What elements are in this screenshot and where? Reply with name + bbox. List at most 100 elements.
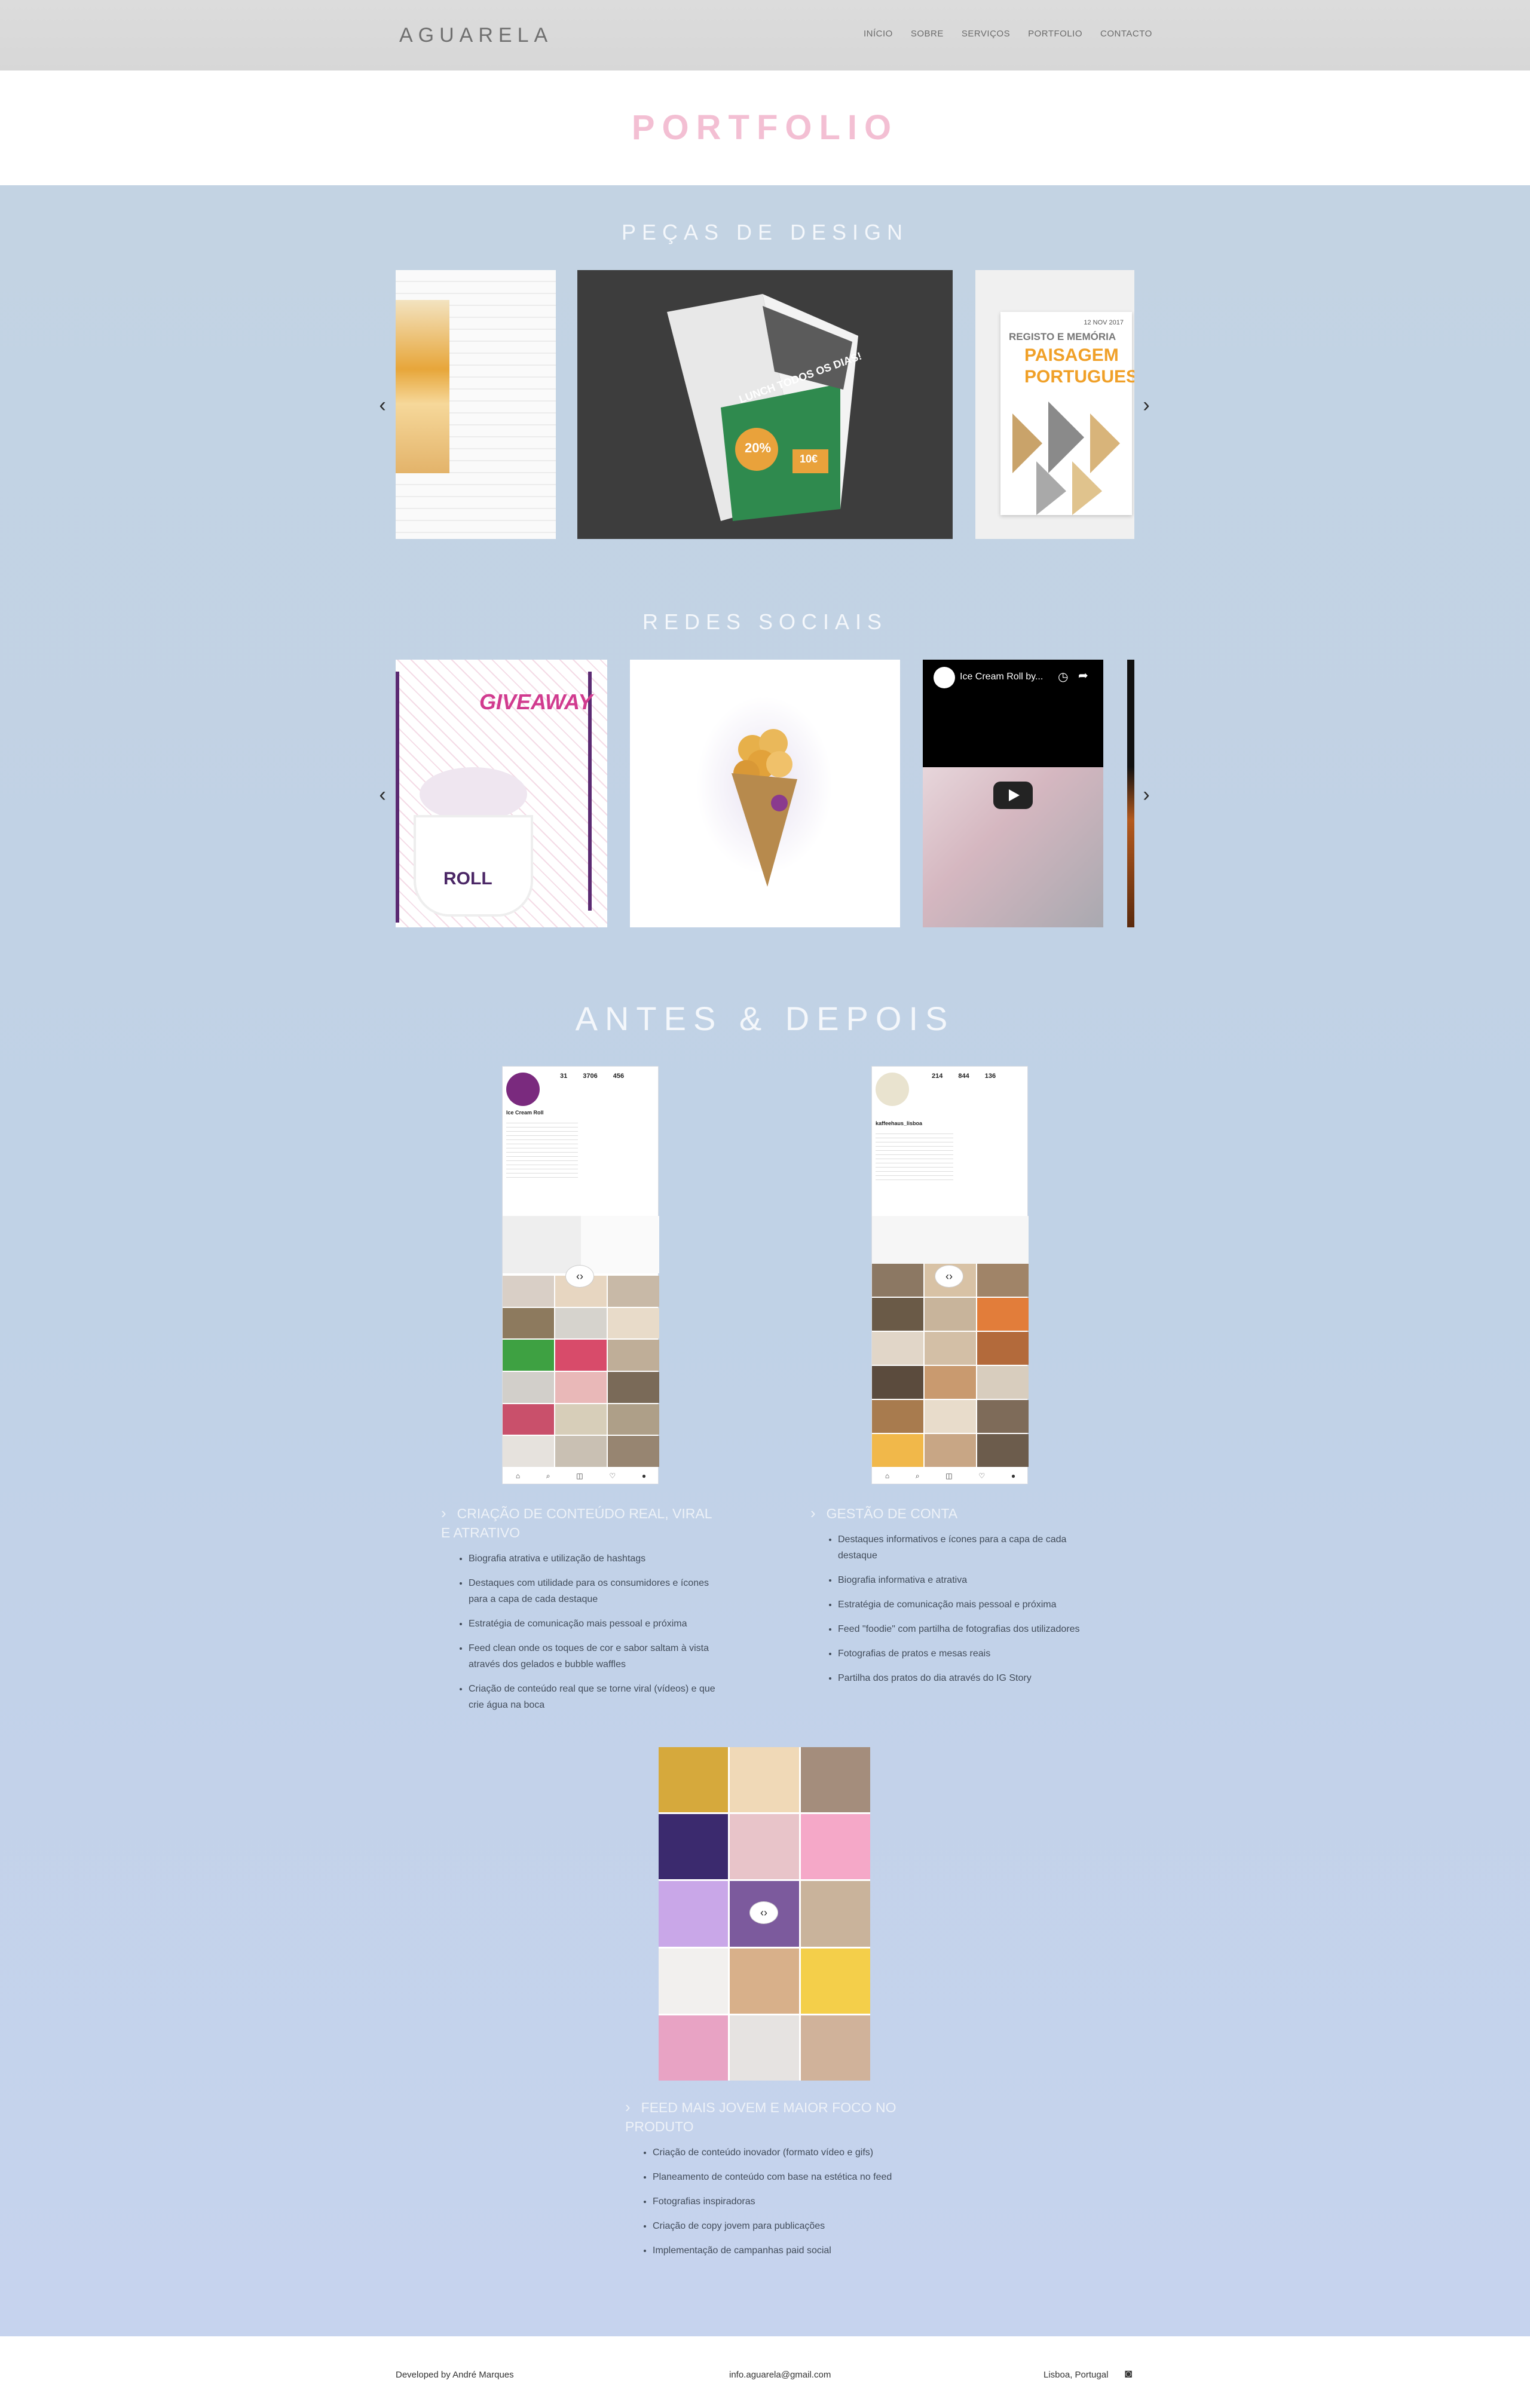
- search-icon[interactable]: ⌕: [546, 1472, 550, 1484]
- roll-logo-text: ROLL: [443, 869, 492, 889]
- case3-details: › FEED MAIS JOVEM E MAIOR FOCO NO PRODUTO…: [625, 2097, 912, 2267]
- social-card-waffle[interactable]: [630, 660, 900, 927]
- footer-email[interactable]: info.aguarela@gmail.com: [729, 2370, 831, 2380]
- heart-icon[interactable]: ♡: [609, 1472, 616, 1484]
- nav-portfolio[interactable]: PORTFOLIO: [1028, 29, 1082, 39]
- social-card-partial[interactable]: [1127, 660, 1134, 927]
- feed-grid: [503, 1276, 659, 1467]
- social-prev-icon[interactable]: ‹: [374, 783, 391, 807]
- before-after-slider-handle[interactable]: ‹›: [935, 1265, 963, 1288]
- chevron-right-icon: ›: [441, 1504, 446, 1522]
- footer-location: Lisboa, Portugal: [1044, 2370, 1109, 2380]
- case1-list: Biografia atrativa e utilização de hasht…: [441, 1551, 722, 1713]
- chevron-right-icon: ›: [625, 2098, 631, 2116]
- instagram-before-after-3[interactable]: ‹›: [659, 1747, 870, 2081]
- social-card-video[interactable]: Ice Cream Roll by... ◷ ➦: [923, 660, 1103, 927]
- poster-geometric-art: [1012, 402, 1120, 515]
- before-after-slider-handle[interactable]: ‹›: [565, 1265, 594, 1288]
- case2-list: Destaques informativos e ícones para a c…: [810, 1531, 1097, 1686]
- feed-grid: [872, 1264, 1029, 1467]
- camera-icon[interactable]: ◫: [576, 1472, 583, 1484]
- poster-line3: PORTUGUESA: [1024, 367, 1134, 387]
- section-title-before-after: ANTES & DEPOIS: [575, 1000, 955, 1037]
- poster-sheet: 12 NOV 2017 REGISTO E MEMÓRIA PAISAGEM P…: [1000, 312, 1134, 515]
- watch-later-icon[interactable]: ◷: [1058, 669, 1068, 684]
- design-card-magazine[interactable]: LUNCH TODOS OS DIAS! 20% 10€: [577, 270, 953, 539]
- site-logo[interactable]: AGUARELA: [399, 24, 553, 47]
- nav-inicio[interactable]: INÍCIO: [864, 29, 893, 39]
- footer-developer: Developed by André Marques: [396, 2370, 514, 2380]
- list-item: Feed clean onde os toques de cor e sabor…: [469, 1640, 722, 1672]
- case3-heading: › FEED MAIS JOVEM E MAIOR FOCO NO PRODUTO: [625, 2097, 912, 2136]
- case2-details: › GESTÃO DE CONTA Destaques informativos …: [810, 1503, 1097, 1695]
- posts-count: 214: [932, 1073, 943, 1080]
- highlights-row: [872, 1216, 1029, 1264]
- list-item: Biografia informativa e atrativa: [838, 1572, 1097, 1588]
- waffle-cone-illustration: [732, 729, 797, 887]
- frame-left: [396, 672, 399, 923]
- share-icon[interactable]: ➦: [1078, 668, 1088, 683]
- home-icon[interactable]: ⌂: [516, 1472, 520, 1484]
- bio-text: [876, 1130, 953, 1184]
- instagram-before-after-1[interactable]: 31 3706 456 Ice Cream Roll ⌂ ⌕ ◫ ♡ ● ‹›: [502, 1066, 659, 1484]
- chevron-right-icon: ›: [810, 1504, 816, 1522]
- site-footer: Developed by André Marques info.aguarela…: [0, 2336, 1530, 2408]
- design-card-poster[interactable]: 12 NOV 2017 REGISTO E MEMÓRIA PAISAGEM P…: [975, 270, 1134, 539]
- giveaway-title: GIVEAWAY: [479, 690, 593, 714]
- profile-icon[interactable]: ●: [1011, 1472, 1015, 1484]
- list-item: Destaques informativos e ícones para a c…: [838, 1531, 1097, 1564]
- list-item: Criação de copy jovem para publicações: [653, 2218, 912, 2234]
- nav-contacto[interactable]: CONTACTO: [1100, 29, 1152, 39]
- followers-count: 3706: [583, 1073, 598, 1080]
- list-item: Biografia atrativa e utilização de hasht…: [469, 1551, 722, 1567]
- profile-avatar: [506, 1073, 540, 1106]
- case1-details: › CRIAÇÃO DE CONTEÚDO REAL, VIRAL E ATRAT…: [441, 1503, 722, 1721]
- ice-cream-top: [420, 767, 527, 821]
- list-item: Planeamento de conteúdo com base na esté…: [653, 2169, 912, 2185]
- site-header: AGUARELA INÍCIO SOBRE SERVIÇOS PORTFOLIO…: [0, 0, 1530, 71]
- social-card-giveaway[interactable]: GIVEAWAY ROLL: [396, 660, 607, 927]
- case2-heading: › GESTÃO DE CONTA: [810, 1503, 1097, 1523]
- main-nav: INÍCIO SOBRE SERVIÇOS PORTFOLIO CONTACTO: [864, 29, 1152, 39]
- case3-heading-text: FEED MAIS JOVEM E MAIOR FOCO NO PRODUTO: [625, 2100, 896, 2134]
- camera-icon[interactable]: ◫: [945, 1472, 952, 1484]
- posts-count: 31: [560, 1073, 568, 1080]
- list-item: Estratégia de comunicação mais pessoal e…: [838, 1597, 1097, 1613]
- food-photo-strip: [396, 300, 449, 473]
- carousel-prev-icon[interactable]: ‹: [374, 393, 391, 417]
- social-next-icon[interactable]: ›: [1137, 783, 1155, 807]
- list-item: Fotografias inspiradoras: [653, 2193, 912, 2210]
- before-after-slider-handle[interactable]: ‹›: [749, 1901, 778, 1924]
- following-count: 456: [613, 1073, 625, 1080]
- list-item: Partilha dos pratos do dia através do IG…: [838, 1670, 1097, 1686]
- instagram-tabbar: ⌂ ⌕ ◫ ♡ ●: [503, 1472, 659, 1484]
- profile-icon[interactable]: ●: [642, 1472, 646, 1484]
- home-icon[interactable]: ⌂: [885, 1472, 889, 1484]
- list-item: Feed "foodie" com partilha de fotografia…: [838, 1621, 1097, 1637]
- carousel-next-icon[interactable]: ›: [1137, 393, 1155, 417]
- list-item: Criação de conteúdo real que se torne vi…: [469, 1681, 722, 1713]
- channel-avatar: [934, 667, 955, 688]
- profile-avatar: [876, 1073, 909, 1106]
- section-title-social: REDES SOCIAIS: [642, 609, 888, 634]
- case1-heading: › CRIAÇÃO DE CONTEÚDO REAL, VIRAL E ATRAT…: [441, 1503, 722, 1542]
- instagram-before-after-2[interactable]: 214 844 136 kaffeehaus_lisboa ⌂ ⌕ ◫ ♡ ● ‹›: [871, 1066, 1029, 1484]
- list-item: Criação de conteúdo inovador (formato ví…: [653, 2144, 912, 2161]
- play-button[interactable]: [993, 782, 1033, 809]
- design-card-left[interactable]: [396, 270, 556, 539]
- nav-sobre[interactable]: SOBRE: [911, 29, 944, 39]
- list-item: Destaques com utilidade para os consumid…: [469, 1575, 722, 1607]
- list-item: Estratégia de comunicação mais pessoal e…: [469, 1616, 722, 1632]
- magazine-price: 10€: [800, 453, 818, 465]
- following-count: 136: [984, 1073, 996, 1080]
- search-icon[interactable]: ⌕: [916, 1472, 920, 1484]
- magazine-mockup: [667, 294, 858, 521]
- play-icon: [1009, 789, 1020, 801]
- nav-servicos[interactable]: SERVIÇOS: [962, 29, 1010, 39]
- case2-heading-text: GESTÃO DE CONTA: [826, 1506, 958, 1521]
- heart-icon[interactable]: ♡: [978, 1472, 985, 1484]
- instagram-icon[interactable]: ◙: [1125, 2367, 1132, 2381]
- profile-handle: kaffeehaus_lisboa: [876, 1120, 923, 1126]
- magazine-badge: 20%: [745, 440, 772, 455]
- profile-handle: Ice Cream Roll: [506, 1110, 544, 1116]
